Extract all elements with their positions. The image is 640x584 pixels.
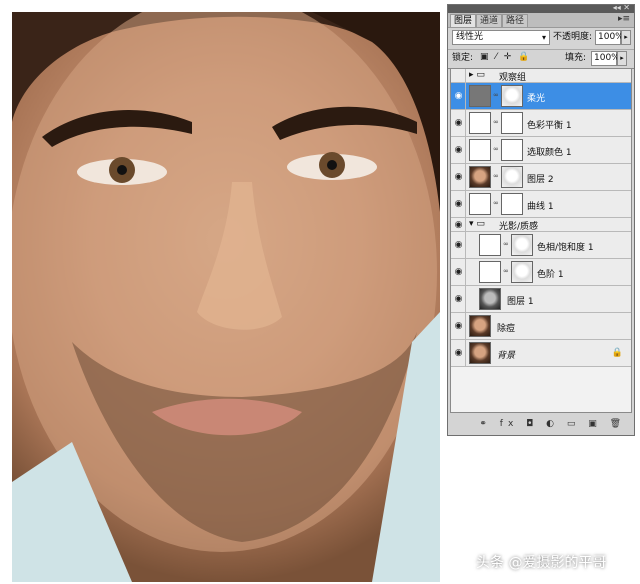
tab-layers[interactable]: 图层	[450, 14, 477, 27]
layer-thumbnail[interactable]	[479, 288, 501, 310]
folder-icon[interactable]: ▸ ▭	[469, 70, 485, 80]
layer-row[interactable]: ◉ ∞ 色彩平衡 1	[451, 110, 631, 137]
photo-canvas[interactable]	[12, 12, 440, 582]
layers-list: ▸ ▭ 观察组 ◉ ∞ 柔光 ◉ ∞ 色彩平衡 1 ◉ ∞ 选取颜色 1 ◉ ∞ 图层 2 ◉ ∞ 曲线 1 ◉ ▾…	[450, 68, 632, 413]
visibility-eye-icon[interactable]: ◉	[452, 137, 466, 164]
blend-row: 线性光 ▾ 不透明度: 100% ▸	[452, 30, 631, 46]
link-icon[interactable]: ∞	[493, 199, 499, 207]
adjustment-icon[interactable]	[479, 234, 501, 256]
opacity-label: 不透明度:	[553, 32, 593, 42]
link-icon[interactable]: ∞	[503, 240, 509, 248]
layer-mask-thumbnail[interactable]	[501, 85, 523, 107]
layer-mask-thumbnail[interactable]	[511, 234, 533, 256]
layer-row[interactable]: ◉ ∞ 色相/饱和度 1	[451, 232, 631, 259]
layer-row[interactable]: ◉ 背景 🔒	[451, 340, 631, 367]
visibility-eye-icon[interactable]: ◉	[452, 83, 466, 110]
blend-mode-select[interactable]: 线性光 ▾	[452, 30, 550, 45]
layer-name: 图层 1	[507, 297, 534, 307]
layer-name: 色相/饱和度 1	[537, 243, 594, 253]
lock-icons[interactable]: ▣ ⁄ ✛ 🔒	[480, 52, 531, 62]
layer-name: 曲线 1	[527, 202, 554, 212]
opacity-arrow-icon[interactable]: ▸	[621, 30, 631, 45]
layer-mask-thumbnail[interactable]	[501, 166, 523, 188]
tab-channels[interactable]: 通道	[476, 14, 503, 27]
layer-name: 背景	[497, 351, 516, 361]
visibility-eye-icon[interactable]: ◉	[452, 313, 466, 340]
visibility-eye-icon[interactable]: ◉	[452, 164, 466, 191]
layer-row[interactable]: ◉ ∞ 柔光	[451, 83, 631, 110]
opacity-input[interactable]: 100%	[595, 30, 624, 45]
adjustment-icon[interactable]	[469, 139, 491, 161]
panel-menu-icon[interactable]: ▸≡	[618, 14, 630, 24]
layer-mask-thumbnail[interactable]	[511, 261, 533, 283]
layer-thumbnail[interactable]	[469, 85, 491, 107]
fill-label: 填充:	[565, 53, 587, 63]
chevron-down-icon: ▾	[541, 33, 546, 42]
lock-label: 锁定:	[452, 53, 474, 63]
visibility-eye-icon[interactable]: ◉	[452, 286, 466, 313]
layer-name: 色彩平衡 1	[527, 121, 572, 131]
layer-row[interactable]: ◉ ∞ 图层 2	[451, 164, 631, 191]
layer-name: 除痘	[497, 324, 516, 334]
layer-name: 观察组	[499, 73, 527, 83]
visibility-eye-icon[interactable]: ◉	[452, 191, 466, 218]
visibility-eye-icon[interactable]: ◉	[452, 110, 466, 137]
adjustment-icon[interactable]	[469, 112, 491, 134]
visibility-eye-icon[interactable]: ◉	[452, 259, 466, 286]
layer-thumbnail[interactable]	[469, 315, 491, 337]
visibility-eye-icon[interactable]: ◉	[452, 340, 466, 367]
layer-row[interactable]: ◉ ∞ 曲线 1	[451, 191, 631, 218]
layer-thumbnail[interactable]	[469, 342, 491, 364]
layer-thumbnail[interactable]	[469, 166, 491, 188]
watermark-text: 头条 @爱摄影的平哥	[476, 555, 607, 571]
fill-input[interactable]: 100%	[591, 51, 620, 66]
link-icon[interactable]: ∞	[503, 267, 509, 275]
panel-tabs: 图层 通道 路径 ▸≡	[448, 13, 634, 28]
layer-row[interactable]: ◉ 图层 1	[451, 286, 631, 313]
layer-name: 图层 2	[527, 175, 554, 185]
layer-row[interactable]: ◉ 除痘	[451, 313, 631, 340]
portrait-image	[12, 12, 440, 582]
blend-mode-value: 线性光	[456, 32, 484, 42]
layer-mask-thumbnail[interactable]	[501, 193, 523, 215]
layer-row[interactable]: ▸ ▭ 观察组	[451, 69, 631, 83]
link-icon[interactable]: ∞	[493, 172, 499, 180]
layer-name: 选取颜色 1	[527, 148, 572, 158]
visibility-eye-icon[interactable]: ◉	[452, 232, 466, 259]
adjustment-icon[interactable]	[479, 261, 501, 283]
layer-row[interactable]: ◉ ▾ ▭ 光影/质感	[451, 218, 631, 232]
layer-name: 色阶 1	[537, 270, 564, 280]
panel-titlebar: ◂◂ ✕	[448, 3, 634, 13]
lock-icon: 🔒	[611, 348, 623, 358]
layer-name: 柔光	[527, 94, 546, 104]
layer-mask-thumbnail[interactable]	[501, 139, 523, 161]
visibility-eye-icon[interactable]	[452, 69, 466, 83]
layer-row[interactable]: ◉ ∞ 选取颜色 1	[451, 137, 631, 164]
layer-name: 光影/质感	[499, 222, 539, 232]
panel-window-controls[interactable]: ◂◂ ✕	[613, 3, 630, 12]
link-icon[interactable]: ∞	[493, 145, 499, 153]
fill-arrow-icon[interactable]: ▸	[617, 51, 627, 66]
tab-paths[interactable]: 路径	[502, 14, 529, 27]
visibility-eye-icon[interactable]: ◉	[452, 218, 466, 232]
link-icon[interactable]: ∞	[493, 91, 499, 99]
folder-icon[interactable]: ▾ ▭	[469, 219, 485, 229]
layer-row[interactable]: ◉ ∞ 色阶 1	[451, 259, 631, 286]
adjustment-icon[interactable]	[469, 193, 491, 215]
layers-bottom-bar: ⚭ fx ◘ ◐ ▭ ▣ 🗑	[448, 416, 634, 434]
layers-panel: ◂◂ ✕ 图层 通道 路径 ▸≡ 线性光 ▾ 不透明度: 100% ▸ 锁定: …	[447, 3, 635, 436]
link-icon[interactable]: ∞	[493, 118, 499, 126]
lock-fill-row: 锁定: ▣ ⁄ ✛ 🔒 填充: 100% ▸	[448, 49, 634, 69]
layer-action-icons[interactable]: ⚭ fx ◘ ◐ ▭ ▣ 🗑	[479, 419, 626, 429]
layer-mask-thumbnail[interactable]	[501, 112, 523, 134]
